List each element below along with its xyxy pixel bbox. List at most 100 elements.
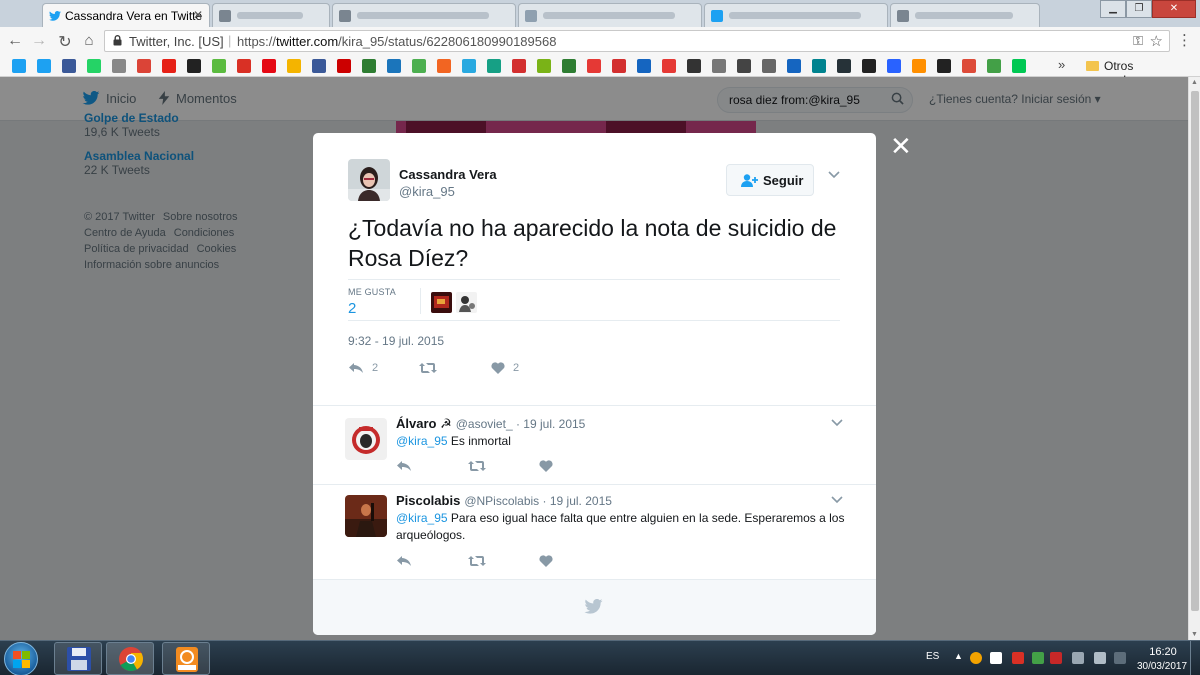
scroll-down-icon[interactable]: ▼ [1191,631,1198,638]
url-text[interactable]: https://twitter.com/kira_95/status/62280… [237,34,556,49]
bookmark-favicon-icon[interactable] [962,59,976,73]
reply-mention[interactable]: @kira_95 [396,434,448,448]
tab-background[interactable] [704,3,888,27]
tab-background[interactable] [518,3,702,27]
minimize-button[interactable]: ▁ [1100,0,1126,18]
browser-menu-icon[interactable]: ⋮ [1177,31,1192,49]
bookmark-favicon-icon[interactable] [537,59,551,73]
reply-avatar[interactable] [345,495,387,537]
bookmark-favicon-icon[interactable] [262,59,276,73]
bookmark-favicon-icon[interactable] [587,59,601,73]
author-handle[interactable]: @kira_95 [399,184,455,199]
tab-close-icon[interactable]: ✕ [193,8,203,22]
tray-app-icon[interactable] [970,652,982,664]
bookmark-favicon-icon[interactable] [512,59,526,73]
tab-background[interactable] [890,3,1040,27]
tab-background[interactable] [332,3,516,27]
tray-app-icon[interactable] [1050,652,1062,664]
bookmark-favicon-icon[interactable] [162,59,176,73]
tab-active[interactable]: Cassandra Vera en Twitte ✕ [42,3,210,27]
site-identity[interactable]: Twitter, Inc. [US] [129,34,224,49]
bookmark-favicon-icon[interactable] [487,59,501,73]
bookmark-favicon-icon[interactable] [12,59,26,73]
bookmark-favicon-icon[interactable] [812,59,826,73]
bookmark-favicon-icon[interactable] [112,59,126,73]
home-icon[interactable]: ⌂ [80,32,98,49]
retweet-action[interactable] [468,555,486,567]
reload-icon[interactable]: ↻ [56,32,74,52]
bookmark-favicon-icon[interactable] [137,59,151,73]
bookmark-favicon-icon[interactable] [287,59,301,73]
key-icon[interactable]: ⚿ [1133,33,1143,49]
reply-author-name[interactable]: Piscolabis [396,493,460,508]
scroll-up-icon[interactable]: ▲ [1191,79,1198,86]
bookmark-favicon-icon[interactable] [612,59,626,73]
bookmark-star-icon[interactable]: ☆ [1150,32,1163,50]
bookmark-favicon-icon[interactable] [737,59,751,73]
tray-flag-icon[interactable] [990,652,1002,664]
bookmark-favicon-icon[interactable] [562,59,576,73]
liker-avatar[interactable] [456,292,477,313]
reply-author-handle[interactable]: @NPiscolabis [464,494,539,508]
bookmark-favicon-icon[interactable] [837,59,851,73]
bookmark-favicon-icon[interactable] [387,59,401,73]
bookmark-favicon-icon[interactable] [912,59,926,73]
tab-background[interactable] [212,3,330,27]
tray-mail-icon[interactable] [1012,652,1024,664]
bookmark-favicon-icon[interactable] [712,59,726,73]
tray-arrow-icon[interactable]: ▲ [954,651,963,661]
follow-button[interactable]: Seguir [726,164,814,196]
reply-action[interactable] [396,460,412,472]
scrollbar-thumb[interactable] [1191,91,1199,611]
author-name[interactable]: Cassandra Vera [399,167,497,182]
clock-date[interactable]: 30/03/2017 [1128,661,1196,672]
signal-icon[interactable] [1072,652,1084,664]
bookmark-favicon-icon[interactable] [787,59,801,73]
bookmark-favicon-icon[interactable] [662,59,676,73]
bookmark-favicon-icon[interactable] [187,59,201,73]
maximize-button[interactable]: ❐ [1126,0,1152,18]
tweet-timestamp[interactable]: 9:32 - 19 jul. 2015 [348,334,444,348]
forward-arrow-icon[interactable]: → [30,32,48,50]
author-avatar[interactable] [348,159,390,201]
bookmark-favicon-icon[interactable] [762,59,776,73]
bookmark-favicon-icon[interactable] [337,59,351,73]
chevron-down-icon[interactable] [831,419,843,427]
like-action[interactable] [539,555,553,567]
reply-action[interactable]: 2 [348,362,378,374]
reply-author-name[interactable]: Álvaro ☭ [396,416,452,431]
bookmark-favicon-icon[interactable] [62,59,76,73]
reply-action[interactable] [396,555,412,567]
reply-tweet[interactable]: Piscolabis @NPiscolabis · 19 jul. 2015 @k… [313,485,876,578]
bookmark-favicon-icon[interactable] [462,59,476,73]
bookmark-favicon-icon[interactable] [637,59,651,73]
like-action[interactable]: 2 [491,362,519,374]
speaker-icon[interactable] [1094,652,1106,664]
bookmark-favicon-icon[interactable] [412,59,426,73]
retweet-action[interactable] [419,362,437,374]
bookmarks-overflow-icon[interactable]: » [1058,57,1065,72]
window-close-button[interactable]: ✕ [1152,0,1196,18]
chevron-down-icon[interactable] [828,171,840,179]
retweet-action[interactable] [468,460,486,472]
address-bar[interactable]: Twitter, Inc. [US] | https://twitter.com… [104,30,1170,52]
back-arrow-icon[interactable]: ← [6,32,24,50]
reply-author-handle[interactable]: @asoviet_ [456,417,513,431]
bookmark-favicon-icon[interactable] [937,59,951,73]
likes-count[interactable]: 2 [348,300,356,317]
taskbar-chrome-app[interactable] [106,642,154,675]
bookmark-favicon-icon[interactable] [687,59,701,73]
bookmark-favicon-icon[interactable] [237,59,251,73]
reply-tweet[interactable]: Álvaro ☭ @asoviet_ · 19 jul. 2015 @kira_9… [313,406,876,483]
bookmark-favicon-icon[interactable] [37,59,51,73]
bookmark-favicon-icon[interactable] [1012,59,1026,73]
reply-date[interactable]: · 19 jul. 2015 [516,417,585,431]
page-scrollbar[interactable]: ▲ ▼ [1188,77,1200,640]
chevron-down-icon[interactable] [831,496,843,504]
liker-avatar[interactable] [431,292,452,313]
start-button[interactable] [4,642,38,675]
bookmark-favicon-icon[interactable] [887,59,901,73]
bookmark-favicon-icon[interactable] [437,59,451,73]
bookmark-favicon-icon[interactable] [987,59,1001,73]
clock-time[interactable]: 16:20 [1138,646,1188,658]
